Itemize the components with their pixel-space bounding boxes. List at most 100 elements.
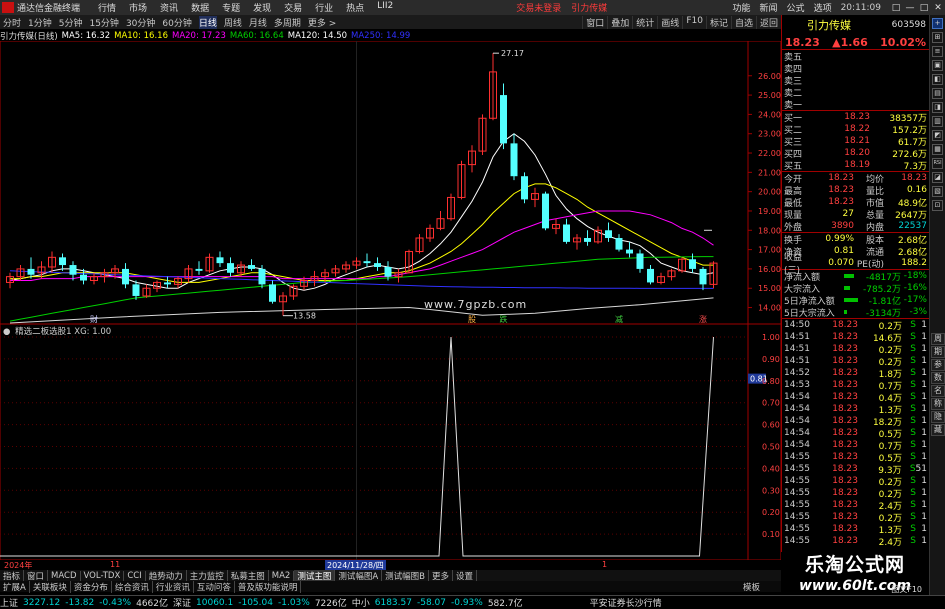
menu-item[interactable]: LII2 bbox=[377, 1, 393, 14]
tick-count: 1 bbox=[921, 428, 927, 438]
tab-industry[interactable]: 行业资讯 bbox=[153, 580, 194, 593]
alert-stock[interactable]: 引力传媒 bbox=[571, 1, 607, 14]
sidebar-tool-icon[interactable]: ≡ bbox=[932, 46, 943, 57]
menu-item[interactable]: 资讯 bbox=[160, 1, 178, 14]
status-item: 平安证券长沙行情 bbox=[589, 599, 662, 609]
sidebar-tab[interactable]: 藏 bbox=[931, 424, 945, 436]
tab-funds[interactable]: 资金分布 bbox=[71, 580, 112, 593]
period-tab[interactable]: 60分钟 bbox=[162, 16, 191, 29]
option-window[interactable]: 窗口 bbox=[582, 15, 607, 29]
tick-count: 1 bbox=[921, 452, 927, 462]
tick-price: 18.23 bbox=[832, 416, 858, 426]
price-row: 18.23 ▲1.66 10.02% bbox=[782, 35, 929, 50]
menu-function[interactable]: 功能 bbox=[733, 1, 751, 14]
sidebar-tab[interactable]: 称 bbox=[931, 398, 945, 410]
option-watchlist[interactable]: 自选 bbox=[730, 15, 756, 29]
tick-side: S bbox=[910, 512, 916, 522]
tab-test-b[interactable]: 测试幅图B bbox=[382, 569, 429, 582]
price-pct: 10.02% bbox=[880, 35, 926, 49]
tab-help[interactable]: 普及版功能说明 bbox=[235, 580, 302, 593]
sidebar-tool-icon[interactable]: ▥ bbox=[932, 116, 943, 127]
template-button[interactable]: 模板 bbox=[740, 581, 763, 593]
tick-list[interactable]: 14:50 18.23 0.2万 S 1 14:51 18.23 14.6万 S 1 14:51 18… bbox=[782, 319, 929, 548]
option-draw[interactable]: 画线 bbox=[657, 15, 682, 29]
tab-cci[interactable]: CCI bbox=[124, 570, 146, 581]
sidebar-tool-icon[interactable]: RSI bbox=[932, 158, 943, 169]
sidebar-tool-icon[interactable]: ⊡ bbox=[932, 200, 943, 211]
trade-login-status[interactable]: 交易未登录 bbox=[516, 1, 561, 14]
period-tab[interactable]: 1分钟 bbox=[28, 16, 52, 29]
sidebar-tool-icon[interactable]: + bbox=[932, 18, 943, 29]
stat-value: 0.99% bbox=[825, 234, 854, 244]
menu-item[interactable]: 行业 bbox=[315, 1, 333, 14]
sidebar-tool-icon[interactable]: ▣ bbox=[932, 60, 943, 71]
tab-ma2[interactable]: MA2 bbox=[269, 570, 295, 581]
menu-item[interactable]: 数据 bbox=[191, 1, 209, 14]
tab-qa[interactable]: 互动问答 bbox=[194, 580, 235, 593]
menu-item[interactable]: 行情 bbox=[98, 1, 116, 14]
sidebar-tool-icon[interactable]: ◨ bbox=[932, 102, 943, 113]
sidebar-tab[interactable]: 数 bbox=[931, 372, 945, 384]
sidebar-tool-icon[interactable]: ▤ bbox=[932, 88, 943, 99]
stat-row: 外盘 3890 内盘 22537 bbox=[782, 220, 929, 233]
period-tab-daily[interactable]: 日线 bbox=[198, 15, 217, 29]
option-overlay[interactable]: 叠加 bbox=[607, 15, 632, 29]
menu-item[interactable]: 交易 bbox=[284, 1, 302, 14]
option-f10[interactable]: F10 bbox=[682, 15, 706, 29]
close-icon[interactable]: ✕ bbox=[931, 3, 945, 13]
tab-more[interactable]: 更多 bbox=[429, 569, 454, 582]
option-stats[interactable]: 统计 bbox=[632, 15, 657, 29]
period-tab[interactable]: 多周期 bbox=[274, 16, 301, 29]
flow-value: -3134万 bbox=[865, 308, 901, 319]
sidebar-tab[interactable]: 周 bbox=[931, 333, 945, 345]
maximize-icon[interactable]: □ bbox=[917, 3, 931, 13]
tab-news[interactable]: 综合资讯 bbox=[112, 580, 153, 593]
bid-price: 18.23 bbox=[844, 112, 870, 122]
menu-formula[interactable]: 公式 bbox=[787, 1, 805, 14]
period-tab-more[interactable]: 更多 > bbox=[308, 16, 336, 29]
sidebar-tool-icon[interactable]: ⊞ bbox=[932, 32, 943, 43]
status-bar: 上证 3227.12 -13.82 -0.43% 4662亿 深证 10060.1 -105.… bbox=[0, 585, 945, 609]
tab-vol[interactable]: VOL-TDX bbox=[81, 570, 125, 581]
option-back[interactable]: 返回 bbox=[755, 15, 781, 29]
menu-item[interactable]: 发现 bbox=[253, 1, 271, 14]
period-tab[interactable]: 周线 bbox=[224, 16, 242, 29]
minimize-icon[interactable]: — bbox=[903, 3, 917, 13]
tick-side: S bbox=[910, 488, 916, 498]
period-tab[interactable]: 5分钟 bbox=[59, 16, 83, 29]
ask-row: 卖一 bbox=[782, 98, 929, 111]
candle-body-down bbox=[699, 268, 707, 285]
sidebar-tab[interactable]: 参 bbox=[931, 359, 945, 371]
tick-price: 18.23 bbox=[832, 332, 858, 342]
restore-icon[interactable]: □ bbox=[889, 3, 903, 13]
tab-macd[interactable]: MACD bbox=[48, 570, 81, 581]
sidebar-tool-icon[interactable]: ◪ bbox=[932, 172, 943, 183]
sidebar-tool-icon[interactable]: ▦ bbox=[932, 144, 943, 155]
flow-bar bbox=[844, 298, 858, 302]
tab-ext[interactable]: 扩展A bbox=[0, 580, 30, 593]
menu-item[interactable]: 市场 bbox=[129, 1, 147, 14]
sidebar-tool-icon[interactable]: ◩ bbox=[932, 130, 943, 141]
period-tab[interactable]: 15分钟 bbox=[89, 16, 118, 29]
period-tab[interactable]: 分时 bbox=[3, 16, 21, 29]
sidebar-tab[interactable]: 名 bbox=[931, 385, 945, 397]
menu-item[interactable]: 专题 bbox=[222, 1, 240, 14]
tab-related[interactable]: 关联板块 bbox=[30, 580, 71, 593]
status-f10-button[interactable]: 图文F10 bbox=[891, 584, 922, 595]
period-tab[interactable]: 30分钟 bbox=[126, 16, 155, 29]
period-tab[interactable]: 月线 bbox=[249, 16, 267, 29]
sidebar-tab[interactable]: 期 bbox=[931, 346, 945, 358]
option-mark[interactable]: 标记 bbox=[705, 15, 731, 29]
tab-test-a[interactable]: 测试幅图A bbox=[335, 569, 383, 582]
sidebar-tab[interactable]: 隐 bbox=[931, 411, 945, 423]
kline-chart[interactable]: 27.17 13.58 财 股 跌 减 涨 26.00 25.00 24.00 23.00 22.0… bbox=[0, 41, 781, 560]
tab-settings[interactable]: 设置 bbox=[453, 569, 478, 582]
indicator-legend: ● 精选二板选股1 XG: 1.00 bbox=[3, 325, 111, 337]
sidebar-tool-icon[interactable]: ◧ bbox=[932, 74, 943, 85]
menu-options[interactable]: 选项 bbox=[814, 1, 832, 14]
tick-count: 1 bbox=[921, 368, 927, 378]
menu-item[interactable]: 热点 bbox=[346, 1, 364, 14]
tick-time: 14:55 bbox=[784, 476, 810, 486]
sidebar-tool-icon[interactable]: ▧ bbox=[932, 186, 943, 197]
menu-news[interactable]: 新闻 bbox=[760, 1, 778, 14]
